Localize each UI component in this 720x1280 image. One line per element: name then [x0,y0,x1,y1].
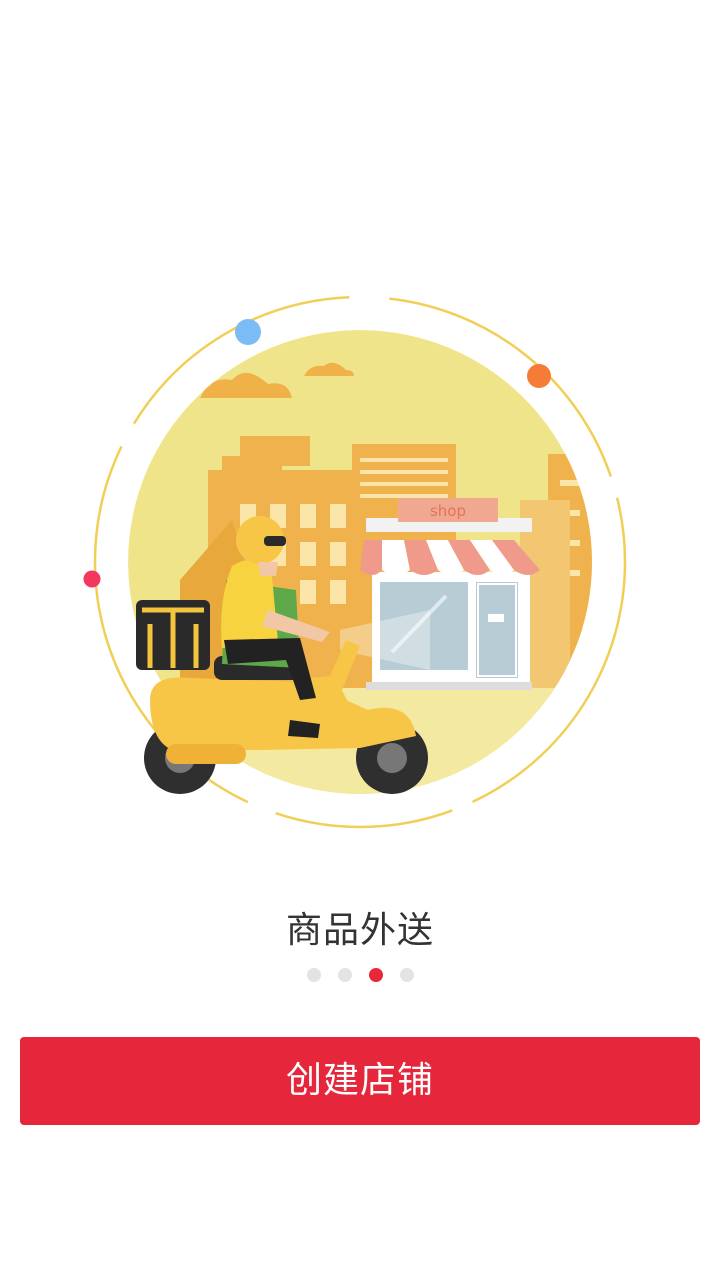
shop-sign: shop [430,502,466,520]
page-indicator [0,968,720,982]
delivery-scooter-illustration: shop [83,295,627,829]
create-store-button[interactable]: 创建店铺 [20,1037,700,1125]
pink-bubble [83,570,101,588]
onboarding-illustration: shop [0,280,720,860]
orange-bubble [527,364,551,388]
page-dot-3-active[interactable] [368,968,383,982]
blue-bubble [235,319,261,345]
page-dot-1[interactable] [306,968,321,982]
page-dot-2[interactable] [337,968,352,982]
page-dot-4[interactable] [399,968,414,982]
slide-title: 商品外送 [285,910,434,951]
